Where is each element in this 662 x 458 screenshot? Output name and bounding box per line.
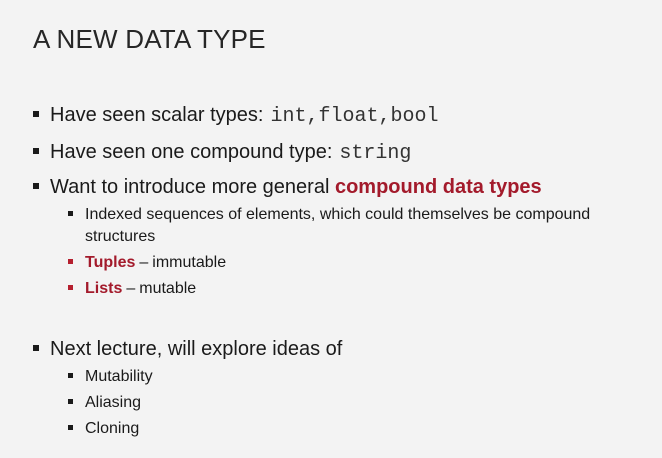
bullet-text: Have seen scalar types:: [50, 104, 264, 126]
bullet-text: Next lecture, will explore ideas of: [50, 338, 343, 360]
bullet-marker-icon: [33, 183, 39, 189]
sub-bullet-lists: Lists – mutable: [68, 280, 196, 298]
term-text: Lists: [85, 280, 123, 297]
sub-bullet-text: mutable: [139, 280, 197, 297]
code-text: int,float,bool: [270, 105, 439, 128]
bullet-scalar-types: Have seen scalar types: int,float,bool: [33, 104, 438, 128]
bullet-text: Want to introduce more general: [50, 176, 335, 198]
sub-bullet-text: immutable: [152, 254, 227, 271]
sub-bullet-aliasing: Aliasing: [68, 394, 141, 412]
bullet-marker-icon: [33, 148, 39, 154]
sub-bullet-text: Aliasing: [85, 394, 142, 411]
bullet-next-lecture: Next lecture, will explore ideas of: [33, 338, 342, 361]
slide-title: A NEW DATA TYPE: [33, 24, 266, 54]
bullet-marker-icon: [68, 399, 73, 404]
sub-bullet-text: Indexed sequences of elements, which cou…: [85, 206, 591, 223]
bullet-marker-icon: [33, 111, 39, 117]
sub-bullet-text: Cloning: [85, 420, 140, 437]
dash-text: –: [139, 254, 149, 271]
code-text: string: [339, 142, 412, 165]
bullet-marker-icon: [68, 373, 73, 378]
sub-bullet-continuation: structures: [85, 228, 156, 245]
sub-bullet-mutability: Mutability: [68, 368, 153, 386]
bullet-compound-type: Have seen one compound type: string: [33, 141, 411, 165]
sub-bullet-tuples: Tuples – immutable: [68, 254, 226, 272]
bullet-marker-icon: [68, 425, 73, 430]
sub-bullet-text: Mutability: [85, 368, 153, 385]
highlight-text: compound data types: [334, 176, 542, 198]
bullet-marker-icon: [33, 345, 39, 351]
bullet-text: Have seen one compound type:: [50, 141, 333, 163]
term-text: Tuples: [85, 254, 136, 271]
sub-bullet-cloning: Cloning: [68, 420, 139, 438]
sub-bullet-indexed-sequences: Indexed sequences of elements, which cou…: [68, 206, 590, 224]
bullet-marker-icon: [68, 211, 73, 216]
bullet-introduce-types: Want to introduce more general compound …: [33, 176, 542, 199]
bullet-marker-icon: [68, 285, 73, 290]
slide: A NEW DATA TYPE Have seen scalar types: …: [0, 0, 662, 458]
dash-text: –: [126, 280, 136, 297]
bullet-marker-icon: [68, 259, 73, 264]
